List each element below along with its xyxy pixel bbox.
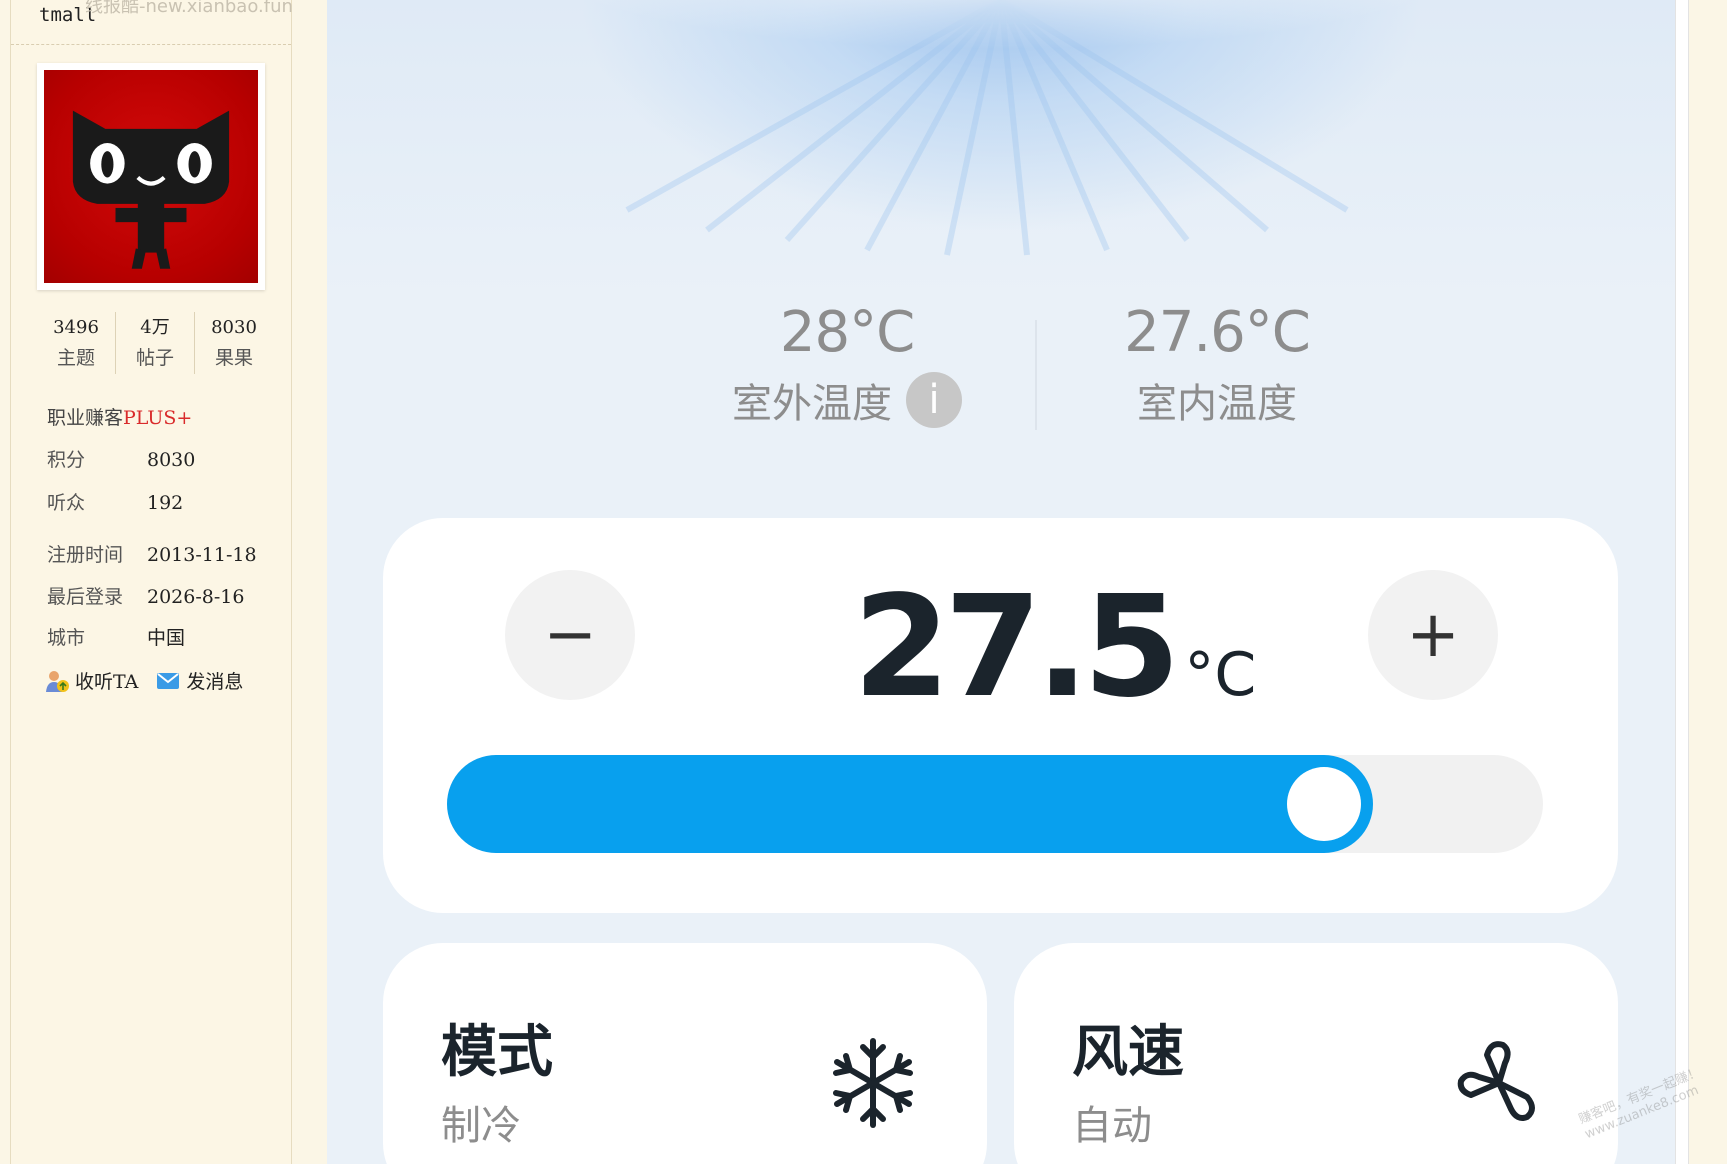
fan-icon [1457, 1041, 1535, 1121]
stat-threads[interactable]: 3496 主题 [37, 312, 115, 374]
info-icon[interactable]: i [906, 372, 962, 428]
stat-posts[interactable]: 4万 帖子 [115, 312, 194, 374]
last-login-value: 2026-8-16 [147, 586, 245, 608]
fan-speed-value: 自动 [1072, 1103, 1152, 1149]
outdoor-temp-label: 室外温度 [732, 381, 892, 427]
ac-unit-bottom-edge [527, 0, 1477, 50]
snowflake-icon [833, 1038, 913, 1128]
user-profile-sidebar: tmall 3496 主题 4万 帖子 8030 果果 职业赚客PLUS+ 积分… [10, 0, 292, 1164]
info-row-rank: 职业赚客PLUS+ [47, 403, 192, 430]
airflow-illustration [327, 0, 1675, 300]
temperature-control-card: − 27.5 °C + [383, 518, 1618, 913]
indoor-temp-value: 27.6°C [1124, 300, 1311, 365]
info-row-register: 注册时间 2013-11-18 [47, 540, 257, 567]
stat-value: 4万 [140, 317, 170, 338]
profile-actions: 收听TA 发消息 [45, 667, 261, 694]
temperature-readouts: 28°C 室外温度 i 27.6°C 室内温度 [327, 300, 1675, 460]
info-row-city: 城市 中国 [47, 623, 185, 650]
follow-user-icon[interactable] [45, 669, 69, 693]
listeners-label: 听众 [47, 492, 86, 514]
fan-speed-card[interactable]: 风速 自动 [1014, 943, 1618, 1164]
divider [1035, 320, 1037, 430]
city-value: 中国 [147, 627, 186, 649]
register-value: 2013-11-18 [147, 544, 257, 566]
tmall-cat-avatar-icon [44, 70, 258, 283]
mode-value: 制冷 [441, 1103, 521, 1149]
info-row-last-login: 最后登录 2026-8-16 [47, 582, 244, 609]
stat-coins[interactable]: 8030 果果 [194, 312, 273, 374]
decrease-temp-button[interactable]: − [505, 570, 635, 700]
register-label: 注册时间 [47, 544, 124, 566]
stat-value: 3496 [53, 317, 99, 338]
increase-temp-button[interactable]: + [1368, 570, 1498, 700]
site-watermark: 线报酷-new.xianbao.fun [85, 0, 293, 17]
outdoor-temp-value: 28°C [779, 300, 915, 365]
mode-title: 模式 [441, 1020, 553, 1085]
info-row-points: 积分 8030 [47, 445, 195, 472]
slider-fill [447, 755, 1373, 853]
fan-speed-title: 风速 [1072, 1020, 1184, 1085]
mode-card[interactable]: 模式 制冷 [383, 943, 987, 1164]
city-label: 城市 [47, 627, 86, 649]
rank-label: 职业赚客 [47, 407, 124, 429]
user-stats: 3496 主题 4万 帖子 8030 果果 [37, 312, 273, 374]
last-login-label: 最后登录 [47, 586, 124, 608]
set-temperature-display: 27.5 °C [853, 578, 1256, 718]
points-label: 积分 [47, 449, 86, 471]
indoor-temp-label: 室内温度 [1137, 381, 1297, 427]
ac-remote-app-screenshot: 28°C 室外温度 i 27.6°C 室内温度 − 27.5 °C + 模式 制… [327, 0, 1675, 1164]
stat-label: 果果 [214, 347, 253, 369]
rank-badge[interactable]: PLUS+ [123, 407, 192, 429]
set-temp-value: 27.5 [853, 566, 1180, 729]
avatar[interactable] [37, 63, 265, 290]
info-row-listeners: 听众 192 [47, 488, 183, 515]
follow-button[interactable]: 收听TA [75, 667, 138, 694]
indoor-temperature: 27.6°C 室内温度 [1057, 300, 1377, 429]
stat-label: 帖子 [135, 347, 174, 369]
mail-icon[interactable] [156, 669, 180, 693]
temperature-slider[interactable] [447, 755, 1543, 853]
slider-handle[interactable] [1287, 767, 1361, 841]
page-right-border [1675, 0, 1689, 1164]
stat-label: 主题 [56, 347, 95, 369]
points-value: 8030 [147, 449, 196, 471]
outdoor-temp-label-row: 室外温度 i [697, 371, 997, 429]
send-message-button[interactable]: 发消息 [186, 667, 243, 694]
listeners-value: 192 [147, 492, 184, 514]
outdoor-temperature: 28°C 室外温度 i [697, 300, 997, 429]
set-temp-unit: °C [1184, 640, 1257, 710]
stat-value: 8030 [211, 317, 257, 338]
indoor-temp-label-row: 室内温度 [1057, 371, 1377, 429]
divider [11, 44, 291, 45]
